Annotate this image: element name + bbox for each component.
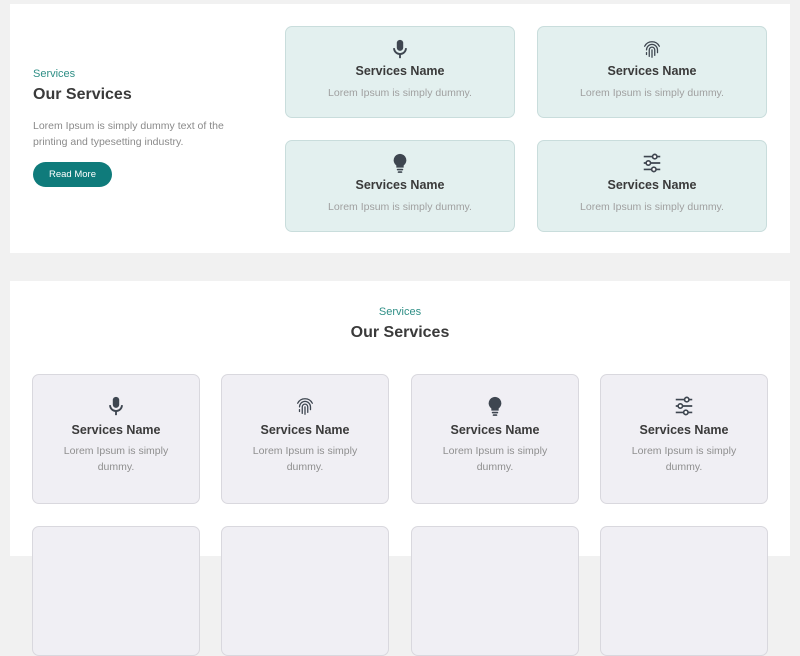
service-card[interactable]: Services Name Lorem Ipsum is simply dumm…	[285, 140, 515, 232]
service-name: Services Name	[607, 64, 697, 78]
microphone-icon	[109, 396, 123, 416]
service-card[interactable]: Services Name Lorem Ipsum is simply dumm…	[221, 374, 389, 504]
service-description: Lorem Ipsum is simply dummy.	[328, 201, 472, 213]
service-name: Services Name	[450, 423, 540, 437]
service-card[interactable]: Services Name Lorem Ipsum is simply dumm…	[32, 374, 200, 504]
lightbulb-icon	[393, 153, 407, 173]
service-name: Services Name	[355, 64, 445, 78]
fingerprint-icon	[297, 398, 313, 415]
service-description: Lorem Ipsum is simply dummy.	[252, 445, 358, 473]
service-name: Services Name	[260, 423, 350, 437]
service-description: Lorem Ipsum is simply dummy.	[442, 445, 548, 473]
fingerprint-icon	[644, 41, 660, 58]
service-card[interactable]: Services Name Lorem Ipsum is simply dumm…	[537, 140, 767, 232]
section-description: Lorem Ipsum is simply dummy text of the …	[33, 120, 224, 148]
service-description: Lorem Ipsum is simply dummy.	[580, 201, 724, 213]
section-title: Our Services	[33, 86, 132, 103]
service-description: Lorem Ipsum is simply dummy.	[631, 445, 737, 473]
service-name: Services Name	[639, 423, 729, 437]
section-header: Services Our Services	[10, 306, 790, 342]
services-section-split: Services Our Services Lorem Ipsum is sim…	[10, 4, 790, 253]
sliders-icon	[643, 153, 661, 173]
section-eyebrow: Services	[33, 68, 76, 80]
sliders-icon	[675, 396, 693, 416]
read-more-button[interactable]: Read More	[33, 162, 112, 187]
service-card[interactable]: Services Name Lorem Ipsum is simply dumm…	[537, 26, 767, 118]
section-title: Our Services	[350, 324, 450, 341]
service-card-partial[interactable]	[600, 526, 768, 656]
lightbulb-icon	[488, 396, 502, 416]
microphone-icon	[393, 39, 407, 59]
services-intro: Services Our Services Lorem Ipsum is sim…	[33, 68, 253, 187]
service-card-partial[interactable]	[411, 526, 579, 656]
services-section-grid: Services Our Services Services Name Lore…	[10, 281, 790, 656]
service-name: Services Name	[355, 178, 445, 192]
service-name: Services Name	[71, 423, 161, 437]
section-eyebrow: Services	[378, 306, 422, 318]
service-card[interactable]: Services Name Lorem Ipsum is simply dumm…	[600, 374, 768, 504]
service-card-partial[interactable]	[221, 526, 389, 656]
service-name: Services Name	[607, 178, 697, 192]
service-description: Lorem Ipsum is simply dummy.	[63, 445, 169, 473]
service-card[interactable]: Services Name Lorem Ipsum is simply dumm…	[411, 374, 579, 504]
service-card-partial[interactable]	[32, 526, 200, 656]
service-description: Lorem Ipsum is simply dummy.	[328, 87, 472, 99]
service-card[interactable]: Services Name Lorem Ipsum is simply dumm…	[285, 26, 515, 118]
service-description: Lorem Ipsum is simply dummy.	[580, 87, 724, 99]
